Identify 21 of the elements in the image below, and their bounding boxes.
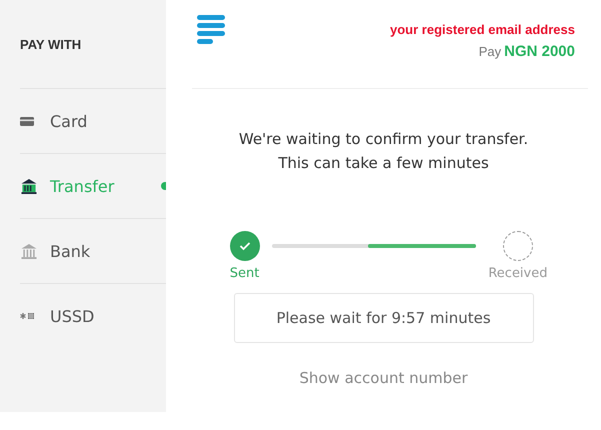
email-text: your registered email address bbox=[390, 22, 575, 37]
pending-circle-icon bbox=[502, 231, 533, 261]
bank-icon bbox=[20, 178, 38, 194]
card-icon bbox=[20, 116, 34, 126]
check-icon bbox=[230, 231, 260, 261]
payment-method-item[interactable]: Bank bbox=[20, 219, 166, 284]
status-message: We're waiting to confirm your transfer. bbox=[238, 129, 528, 150]
step-label: Sent bbox=[230, 266, 260, 281]
step-label: Received bbox=[488, 266, 548, 281]
payment-method-item[interactable]: Card bbox=[20, 89, 166, 154]
bank-icon bbox=[20, 243, 38, 259]
active-indicator-icon bbox=[161, 182, 166, 190]
show-account-link[interactable]: Show account number bbox=[299, 369, 468, 387]
sidebar-heading: PAY WITH bbox=[20, 36, 82, 52]
wait-notice: Please wait for 9:57 minutes bbox=[234, 293, 534, 343]
logo-icon bbox=[197, 14, 225, 44]
status-message: This can take a few minutes bbox=[277, 153, 490, 174]
pay-label: Pay bbox=[478, 44, 502, 59]
payment-method-item[interactable]: USSD bbox=[20, 284, 166, 348]
keypad-icon bbox=[20, 311, 34, 321]
amount-text: NGN 2000 bbox=[504, 43, 575, 60]
